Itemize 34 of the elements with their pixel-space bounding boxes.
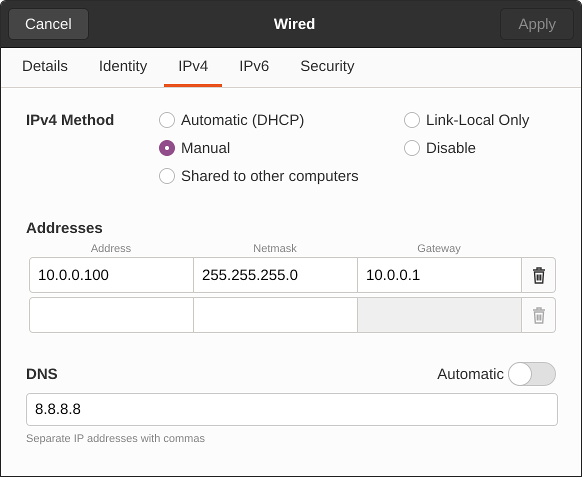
radio-label[interactable]: Link-Local Only xyxy=(426,112,530,128)
input-field[interactable]: 10.0.0.1 xyxy=(358,257,522,293)
trash-icon xyxy=(532,266,546,284)
section-title: DNS xyxy=(26,366,58,382)
delete-button[interactable] xyxy=(522,257,556,293)
input-field[interactable] xyxy=(29,297,194,333)
radio-button[interactable] xyxy=(404,112,420,128)
radio-label[interactable]: Disable xyxy=(426,140,476,156)
radio-button[interactable] xyxy=(159,112,175,128)
trash-icon xyxy=(532,306,546,324)
switch-label: Automatic xyxy=(437,366,504,382)
radio-label[interactable]: Manual xyxy=(181,140,230,156)
tab[interactable]: Security xyxy=(286,48,368,87)
cancel-button[interactable]: Cancel xyxy=(8,8,89,40)
column-header: Gateway xyxy=(416,243,462,255)
toggle-switch[interactable] xyxy=(508,362,556,386)
tab[interactable]: Identity xyxy=(84,48,162,87)
input-field[interactable]: 10.0.0.100 xyxy=(29,257,194,293)
tab[interactable]: IPv6 xyxy=(225,48,284,87)
dns-field[interactable]: 8.8.8.8 xyxy=(26,393,558,426)
column-header: Address xyxy=(90,243,132,255)
section-label: IPv4 Method xyxy=(26,111,116,131)
window-title: Wired xyxy=(274,16,316,32)
radio-label[interactable]: Automatic (DHCP) xyxy=(181,112,304,128)
radio-button[interactable] xyxy=(159,140,175,156)
tab[interactable]: Details xyxy=(8,48,82,87)
column-header: Netmask xyxy=(252,243,298,255)
input-field[interactable]: 255.255.255.0 xyxy=(194,257,358,293)
section-title: Addresses xyxy=(26,220,104,237)
hint-text: Separate IP addresses with commas xyxy=(26,433,206,445)
input-field[interactable] xyxy=(194,297,358,333)
radio-button[interactable] xyxy=(159,168,175,184)
radio-label[interactable]: Shared to other computers xyxy=(181,168,359,184)
radio-button[interactable] xyxy=(404,140,420,156)
